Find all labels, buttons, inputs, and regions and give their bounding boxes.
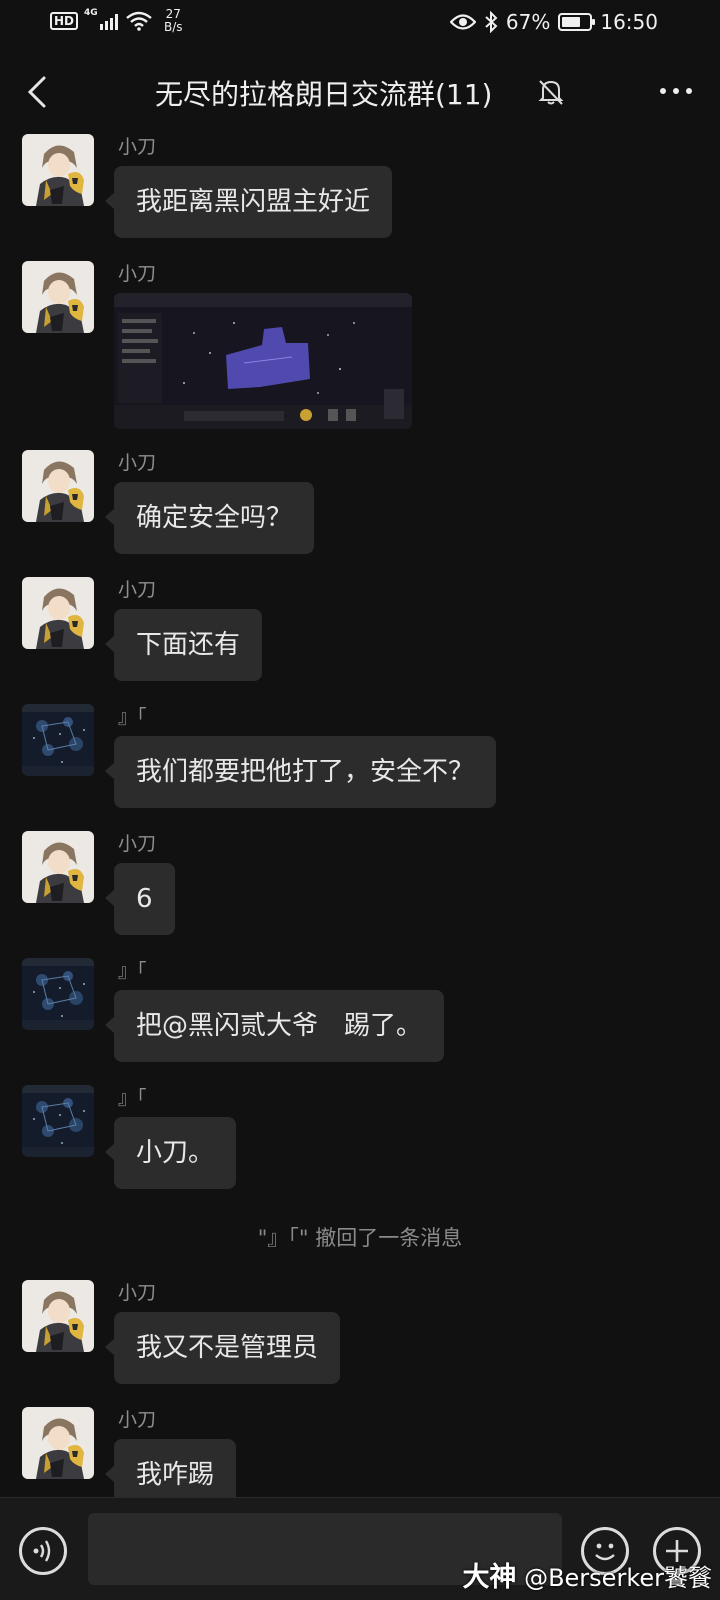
status-right: 67% 16:50: [449, 10, 658, 34]
avatar[interactable]: [22, 958, 94, 1030]
avatar[interactable]: [22, 1280, 94, 1352]
avatar[interactable]: [22, 831, 94, 903]
chat-header: 无尽的拉格朗日交流群(11): [0, 60, 720, 124]
avatar[interactable]: [22, 450, 94, 522]
avatar[interactable]: [22, 134, 94, 206]
message-bubble[interactable]: 确定安全吗？: [104, 482, 315, 554]
avatar[interactable]: [22, 261, 94, 333]
message-bubble[interactable]: 我们都要把他打了，安全不？: [104, 736, 497, 808]
clock: 16:50: [600, 10, 658, 34]
hd-badge: HD: [50, 12, 79, 30]
recall-notice: "』「" 撤回了一条消息: [257, 1226, 463, 1250]
battery-level: [562, 17, 580, 27]
status-left: HD 4G 27 B/s: [50, 8, 183, 34]
sender-name: 小刀: [118, 452, 157, 474]
avatar[interactable]: [22, 1085, 94, 1157]
watermark: 大神 @Berserker饕餮: [462, 1555, 712, 1594]
sender-name: 』「: [118, 1087, 147, 1109]
input-bar: 大神 @Berserker饕餮: [0, 1497, 720, 1600]
more-dots-icon[interactable]: [660, 88, 692, 94]
sender-name: 小刀: [118, 263, 157, 285]
battery-percent: 67%: [505, 10, 551, 34]
status-bar: HD 4G 27 B/s 67% 16:50: [0, 0, 720, 50]
voice-icon: [33, 1540, 51, 1562]
bluetooth-icon: [485, 11, 498, 33]
cellular-signal-icon: 4G: [84, 8, 119, 30]
message-image[interactable]: [114, 293, 412, 429]
avatar[interactable]: [22, 704, 94, 776]
sender-name: 』「: [118, 706, 147, 728]
watermark-handle: @Berserker饕餮: [524, 1564, 712, 1592]
message-bubble[interactable]: 6: [105, 863, 175, 935]
sender-name: 小刀: [118, 1282, 157, 1304]
battery-icon: [558, 13, 596, 31]
avatar[interactable]: [22, 577, 94, 649]
wifi-icon: [126, 11, 152, 31]
message-bubble[interactable]: 我又不是管理员: [104, 1312, 341, 1384]
sender-name: 小刀: [118, 136, 157, 158]
game-screenshot-image: [114, 293, 412, 429]
avatar[interactable]: [22, 1407, 94, 1479]
network-speed: 27 B/s: [164, 8, 183, 34]
watermark-brand: 大神: [462, 1562, 517, 1593]
sender-name: 』「: [118, 960, 147, 982]
chevron-left-icon[interactable]: [22, 74, 54, 110]
speed-unit: B/s: [164, 20, 183, 34]
bell-muted-icon: [538, 80, 564, 105]
message-bubble[interactable]: 小刀。: [104, 1117, 237, 1189]
chat-title: 无尽的拉格朗日交流群(11): [155, 78, 493, 111]
eye-icon: [449, 14, 476, 30]
sender-name: 小刀: [118, 1409, 157, 1431]
voice-button[interactable]: [19, 1527, 67, 1575]
sender-name: 小刀: [118, 833, 157, 855]
message-bubble[interactable]: 下面还有: [104, 609, 263, 681]
network-type: 4G: [84, 8, 98, 18]
message-bubble[interactable]: 我距离黑闪盟主好近: [104, 166, 393, 238]
message-bubble[interactable]: 把@黑闪贰大爷 踢了。: [104, 990, 445, 1062]
sender-name: 小刀: [118, 579, 157, 601]
